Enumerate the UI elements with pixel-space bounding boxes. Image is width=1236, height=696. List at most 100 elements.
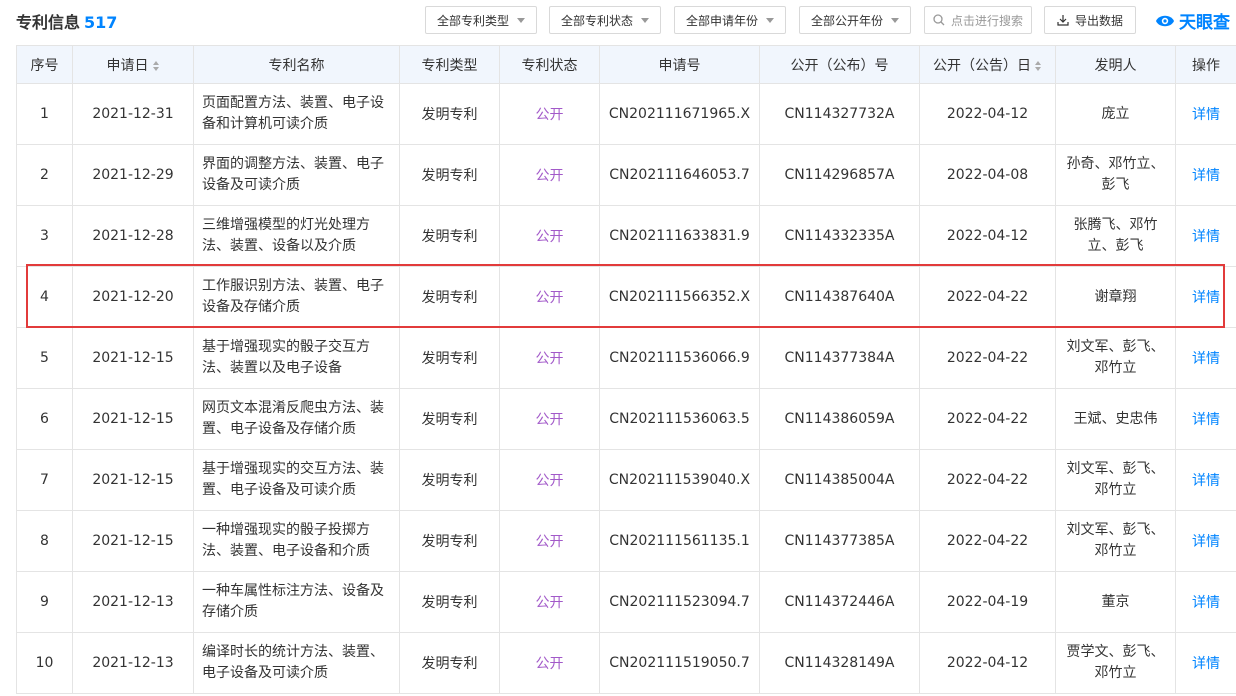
cell-application-date: 2021-12-15 [72, 388, 194, 450]
export-data-button[interactable]: 导出数据 [1044, 6, 1136, 34]
col-header-publication-date[interactable]: 公开（公告）日 [919, 45, 1056, 84]
cell-patent-name[interactable]: 网页文本混淆反爬虫方法、装 置、电子设备及存储介质 [193, 388, 400, 450]
details-link[interactable]: 详情 [1175, 205, 1236, 267]
cell-publication-date: 2022-04-22 [919, 327, 1056, 389]
patent-name-line-2: 设备及存储介质 [202, 299, 300, 315]
caret-down-icon [517, 17, 525, 23]
cell-publication-date: 2022-04-19 [919, 571, 1056, 633]
inventor-line-1[interactable]: 张腾飞、邓竹 [1062, 215, 1169, 236]
cell-patent-status: 公开 [499, 205, 600, 267]
cell-patent-name[interactable]: 页面配置方法、装置、电子设 备和计算机可读介质 [193, 83, 400, 145]
table-row: 10 2021-12-13 编译时长的统计方法、装置、 电子设备及可读介质 发明专… [16, 632, 1236, 694]
cell-application-number: CN202111539040.X [599, 449, 760, 511]
cell-patent-name[interactable]: 界面的调整方法、装置、电子 设备及可读介质 [193, 144, 400, 206]
inventor-line-1[interactable]: 贾学文、彭飞、 [1062, 642, 1169, 663]
cell-publication-date: 2022-04-22 [919, 510, 1056, 572]
tianyancha-logo[interactable]: 天眼查 [1154, 8, 1230, 33]
inventor-line-2[interactable]: 邓竹立 [1062, 541, 1169, 562]
cell-patent-status: 公开 [499, 266, 600, 328]
cell-publication-date: 2022-04-08 [919, 144, 1056, 206]
cell-patent-type: 发明专利 [399, 266, 500, 328]
cell-application-number: CN202111523094.7 [599, 571, 760, 633]
filter-patent-status[interactable]: 全部专利状态 [549, 6, 661, 34]
patent-name-line-1: 一种车属性标注方法、设备及 [202, 583, 384, 599]
cell-patent-name[interactable]: 一种增强现实的骰子投掷方 法、装置、电子设备和介质 [193, 510, 400, 572]
patent-name-line-2: 备和计算机可读介质 [202, 116, 328, 132]
details-link[interactable]: 详情 [1175, 510, 1236, 572]
cell-publication-number: CN114327732A [759, 83, 920, 145]
details-link[interactable]: 详情 [1175, 571, 1236, 633]
cell-application-date: 2021-12-13 [72, 571, 194, 633]
inventor-line-2[interactable]: 邓竹立 [1062, 358, 1169, 379]
details-link[interactable]: 详情 [1175, 83, 1236, 145]
patent-name-line-2: 电子设备及可读介质 [202, 665, 328, 681]
cell-patent-name[interactable]: 基于增强现实的交互方法、装 置、电子设备及可读介质 [193, 449, 400, 511]
inventor-line-1[interactable]: 刘文军、彭飞、 [1062, 459, 1169, 480]
patent-count: 517 [84, 13, 118, 32]
sort-icon[interactable] [1035, 60, 1042, 71]
filter-publication-year[interactable]: 全部公开年份 [799, 6, 911, 34]
details-link[interactable]: 详情 [1175, 327, 1236, 389]
cell-publication-number: CN114377384A [759, 327, 920, 389]
cell-patent-status: 公开 [499, 83, 600, 145]
details-link[interactable]: 详情 [1175, 632, 1236, 694]
cell-publication-date: 2022-04-22 [919, 449, 1056, 511]
cell-publication-number: CN114385004A [759, 449, 920, 511]
eye-logo-icon [1156, 15, 1174, 26]
sort-icon[interactable] [152, 60, 160, 71]
patent-name-line-1: 基于增强现实的交互方法、装 [202, 461, 384, 477]
patent-table: 序号 申请日 专利名称 专利类型 专利状态 申请号 公开（公布）号 公开（公告）… [16, 45, 1236, 694]
cell-patent-name[interactable]: 基于增强现实的骰子交互方 法、装置以及电子设备 [193, 327, 400, 389]
cell-patent-status: 公开 [499, 144, 600, 206]
cell-inventor: 谢章翔 [1055, 266, 1176, 328]
details-link[interactable]: 详情 [1175, 388, 1236, 450]
details-link[interactable]: 详情 [1175, 144, 1236, 206]
col-header-application-date[interactable]: 申请日 [72, 45, 194, 84]
filter-patent-type[interactable]: 全部专利类型 [425, 6, 537, 34]
cell-patent-name[interactable]: 工作服识别方法、装置、电子 设备及存储介质 [193, 266, 400, 328]
caret-down-icon [641, 17, 649, 23]
cell-patent-name[interactable]: 编译时长的统计方法、装置、 电子设备及可读介质 [193, 632, 400, 694]
cell-index: 10 [16, 632, 73, 694]
cell-inventor: 庞立 [1055, 83, 1176, 145]
inventor-line-1[interactable]: 庞立 [1062, 104, 1169, 125]
inventor-line-1[interactable]: 刘文军、彭飞、 [1062, 520, 1169, 541]
details-link[interactable]: 详情 [1175, 266, 1236, 328]
inventor-line-1[interactable]: 王斌、史忠伟 [1062, 409, 1169, 430]
cell-publication-number: CN114296857A [759, 144, 920, 206]
cell-index: 2 [16, 144, 73, 206]
table-row: 2 2021-12-29 界面的调整方法、装置、电子 设备及可读介质 发明专利 公… [16, 144, 1236, 206]
inventor-line-1[interactable]: 董京 [1062, 592, 1169, 613]
inventor-line-2[interactable]: 立、彭飞 [1062, 236, 1169, 257]
cell-patent-status: 公开 [499, 327, 600, 389]
search-input[interactable]: 点击进行搜索 [924, 6, 1032, 34]
inventor-line-1[interactable]: 刘文军、彭飞、 [1062, 337, 1169, 358]
patent-name-line-1: 编译时长的统计方法、装置、 [202, 644, 384, 660]
cell-patent-name[interactable]: 一种车属性标注方法、设备及 存储介质 [193, 571, 400, 633]
inventor-line-1[interactable]: 谢章翔 [1062, 287, 1169, 308]
cell-publication-date: 2022-04-22 [919, 266, 1056, 328]
patent-name-line-1: 工作服识别方法、装置、电子 [202, 278, 384, 294]
cell-patent-type: 发明专利 [399, 327, 500, 389]
cell-index: 9 [16, 571, 73, 633]
patent-name-line-2: 置、电子设备及存储介质 [202, 421, 356, 437]
table-header-row: 序号 申请日 专利名称 专利类型 专利状态 申请号 公开（公布）号 公开（公告）… [16, 45, 1236, 84]
cell-index: 1 [16, 83, 73, 145]
filter-application-year[interactable]: 全部申请年份 [674, 6, 786, 34]
table-row: 8 2021-12-15 一种增强现实的骰子投掷方 法、装置、电子设备和介质 发明… [16, 510, 1236, 572]
top-bar: 专利信息 517 全部专利类型 全部专利状态 全部申请年份 全部公开年份 点击进行… [0, 0, 1236, 40]
cell-patent-type: 发明专利 [399, 510, 500, 572]
inventor-line-2[interactable]: 邓竹立 [1062, 663, 1169, 684]
table-row: 4 2021-12-20 工作服识别方法、装置、电子 设备及存储介质 发明专利 公… [16, 266, 1236, 328]
cell-application-number: CN202111566352.X [599, 266, 760, 328]
patent-name-line-1: 界面的调整方法、装置、电子 [202, 156, 384, 172]
details-link[interactable]: 详情 [1175, 449, 1236, 511]
inventor-line-2[interactable]: 邓竹立 [1062, 480, 1169, 501]
table-row: 5 2021-12-15 基于增强现实的骰子交互方 法、装置以及电子设备 发明专利… [16, 327, 1236, 389]
cell-patent-type: 发明专利 [399, 144, 500, 206]
filter-application-year-label: 全部申请年份 [685, 13, 758, 28]
patent-name-line-1: 一种增强现实的骰子投掷方 [202, 522, 370, 538]
inventor-line-1[interactable]: 孙奇、邓竹立、 [1062, 154, 1169, 175]
cell-patent-name[interactable]: 三维增强模型的灯光处理方 法、装置、设备以及介质 [193, 205, 400, 267]
inventor-line-2[interactable]: 彭飞 [1062, 175, 1169, 196]
